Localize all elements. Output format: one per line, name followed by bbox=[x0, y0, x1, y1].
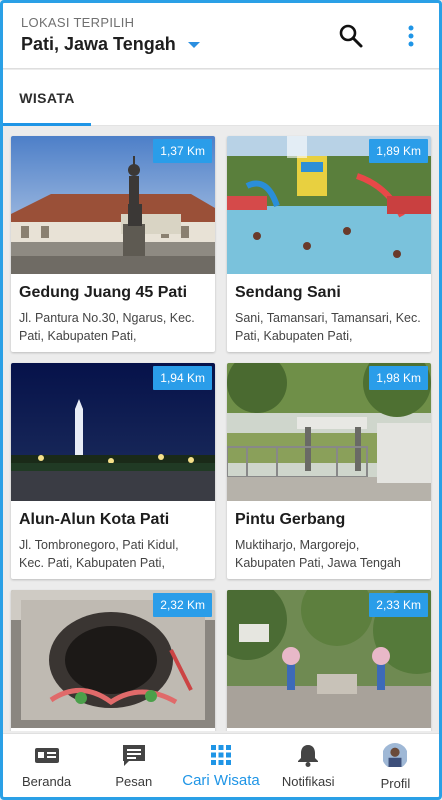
location-caption: LOKASI TERPILIH bbox=[21, 15, 135, 30]
distance-badge: 1,94 Km bbox=[153, 366, 212, 390]
nav-label: Pesan bbox=[115, 774, 153, 789]
more-vert-icon bbox=[408, 25, 414, 47]
place-image: 2,33 Km bbox=[227, 590, 431, 728]
place-image: 1,98 Km bbox=[227, 363, 431, 501]
place-card[interactable]: 1,94 Km Alun-Alun Kota Pati Jl. Tombrone… bbox=[11, 363, 215, 579]
search-icon bbox=[339, 24, 363, 48]
distance-badge: 2,32 Km bbox=[153, 593, 212, 617]
nav-label: Beranda bbox=[22, 774, 72, 789]
place-name: Alun-Alun Kota Pati bbox=[19, 511, 170, 528]
place-name: Sendang Sani bbox=[235, 284, 341, 301]
place-address: Jl. Pantura No.30, Ngarus, Kec. Pati, Ka… bbox=[19, 311, 195, 343]
place-card[interactable]: 1,98 Km Pintu Gerbang Muktiharjo, Margor… bbox=[227, 363, 431, 579]
tab-indicator bbox=[3, 123, 91, 126]
tab-wisata[interactable]: WISATA bbox=[3, 70, 91, 126]
bell-icon bbox=[298, 745, 319, 767]
location-selector[interactable]: Pati, Jawa Tengah bbox=[21, 34, 200, 55]
place-card[interactable]: 1,37 Km Gedung Juang 45 Pati Jl. Pantura… bbox=[11, 136, 215, 352]
place-image: 1,94 Km bbox=[11, 363, 215, 501]
bottom-navigation: Beranda Pesan Cari Wisata Notifikasi Pro… bbox=[3, 733, 439, 797]
distance-badge: 2,33 Km bbox=[369, 593, 428, 617]
grid-icon bbox=[211, 745, 231, 765]
dropdown-arrow-icon bbox=[187, 41, 200, 48]
home-card-icon bbox=[34, 748, 59, 763]
place-name: Gedung Juang 45 Pati bbox=[19, 284, 188, 301]
place-name: Pintu Gerbang bbox=[235, 511, 346, 528]
place-address: Sani, Tamansari, Tamansari, Kec. Pati, K… bbox=[235, 311, 421, 343]
location-value: Pati, Jawa Tengah bbox=[21, 34, 176, 54]
distance-badge: 1,37 Km bbox=[153, 139, 212, 163]
place-address: Muktiharjo, Margorejo, Kabupaten Pati, J… bbox=[235, 538, 401, 570]
nav-profil[interactable]: Profil bbox=[352, 734, 439, 797]
nav-label: Notifikasi bbox=[281, 774, 335, 789]
avatar bbox=[382, 743, 408, 769]
place-image: 1,89 Km bbox=[227, 136, 431, 274]
nav-notifikasi[interactable]: Notifikasi bbox=[265, 734, 352, 797]
place-card[interactable]: 2,33 Km bbox=[227, 590, 431, 731]
place-card[interactable]: 2,32 Km bbox=[11, 590, 215, 731]
nav-pesan[interactable]: Pesan bbox=[90, 734, 177, 797]
nav-label: Profil bbox=[380, 776, 411, 791]
nav-label: Cari Wisata bbox=[182, 772, 260, 789]
more-options-button[interactable] bbox=[401, 23, 421, 49]
place-address: Jl. Tombronegoro, Pati Kidul, Kec. Pati,… bbox=[19, 538, 179, 570]
place-image: 1,37 Km bbox=[11, 136, 215, 274]
distance-badge: 1,98 Km bbox=[369, 366, 428, 390]
place-name bbox=[11, 728, 215, 731]
place-card[interactable]: 1,89 Km Sendang Sani Sani, Tamansari, Ta… bbox=[227, 136, 431, 352]
place-name bbox=[227, 728, 431, 731]
place-image: 2,32 Km bbox=[11, 590, 215, 728]
search-button[interactable] bbox=[338, 23, 364, 49]
nav-beranda[interactable]: Beranda bbox=[3, 734, 90, 797]
distance-badge: 1,89 Km bbox=[369, 139, 428, 163]
places-grid: 1,37 Km Gedung Juang 45 Pati Jl. Pantura… bbox=[3, 127, 439, 731]
tab-bar: WISATA bbox=[3, 70, 439, 126]
nav-cari-wisata[interactable]: Cari Wisata bbox=[177, 734, 264, 797]
app-bar: LOKASI TERPILIH Pati, Jawa Tengah bbox=[3, 3, 439, 69]
message-icon bbox=[122, 745, 145, 766]
